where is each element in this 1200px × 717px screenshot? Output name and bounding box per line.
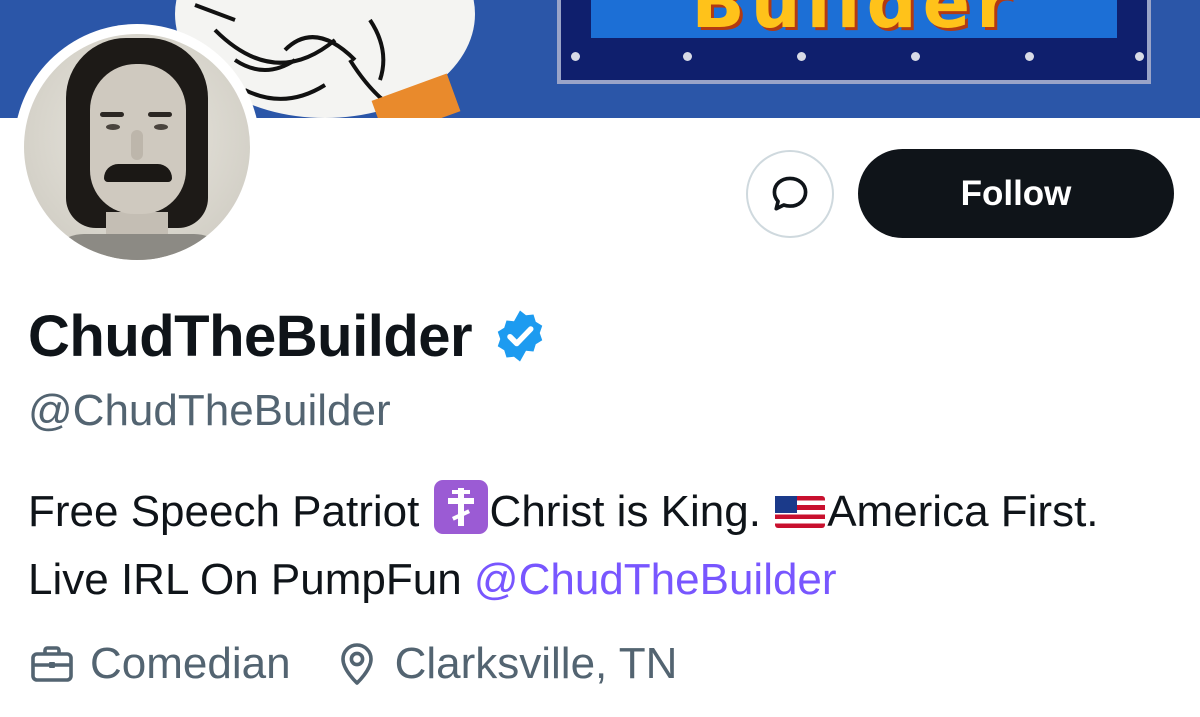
verified-badge-icon[interactable] (490, 306, 550, 366)
message-button[interactable] (746, 150, 834, 238)
rivet (683, 52, 692, 61)
avatar-brow (100, 112, 124, 117)
rivet (911, 52, 920, 61)
avatar-eye (106, 124, 120, 130)
bio-mention-link[interactable]: @ChudTheBuilder (474, 555, 837, 604)
avatar-nose (131, 130, 143, 160)
rivet (1135, 52, 1144, 61)
avatar-mustache (104, 164, 172, 182)
display-name: ChudTheBuilder (28, 303, 473, 369)
profession-label: Comedian (90, 639, 291, 688)
banner-sign: Builder (557, 0, 1151, 84)
briefcase-icon (31, 646, 73, 682)
profile-meta: Comedian Clarksville, TN (28, 632, 719, 696)
avatar-eye (154, 124, 168, 130)
location-label: Clarksville, TN (394, 639, 678, 688)
message-bubble-icon (772, 176, 808, 211)
bio-text: Christ is King. (489, 487, 774, 536)
handle: @ChudTheBuilder (28, 386, 391, 435)
bio-text: Free Speech Patriot (28, 487, 432, 536)
profession-item: Comedian (28, 639, 291, 689)
location-item: Clarksville, TN (333, 639, 678, 689)
follow-button[interactable]: Follow (858, 149, 1174, 238)
avatar-brow (148, 112, 172, 117)
banner-sign-text: Builder (591, 0, 1117, 38)
location-pin-icon (340, 643, 373, 685)
us-flag-emoji-icon (775, 496, 826, 528)
rivet (571, 52, 580, 61)
rivet (1025, 52, 1034, 61)
avatar-shirt (44, 234, 234, 260)
rivet (797, 52, 806, 61)
name-row: ChudTheBuilder (28, 296, 550, 376)
orthodox-cross-emoji-icon (433, 480, 488, 534)
avatar[interactable] (24, 34, 250, 260)
bio: Free Speech Patriot Christ is King. Amer… (28, 478, 1188, 614)
